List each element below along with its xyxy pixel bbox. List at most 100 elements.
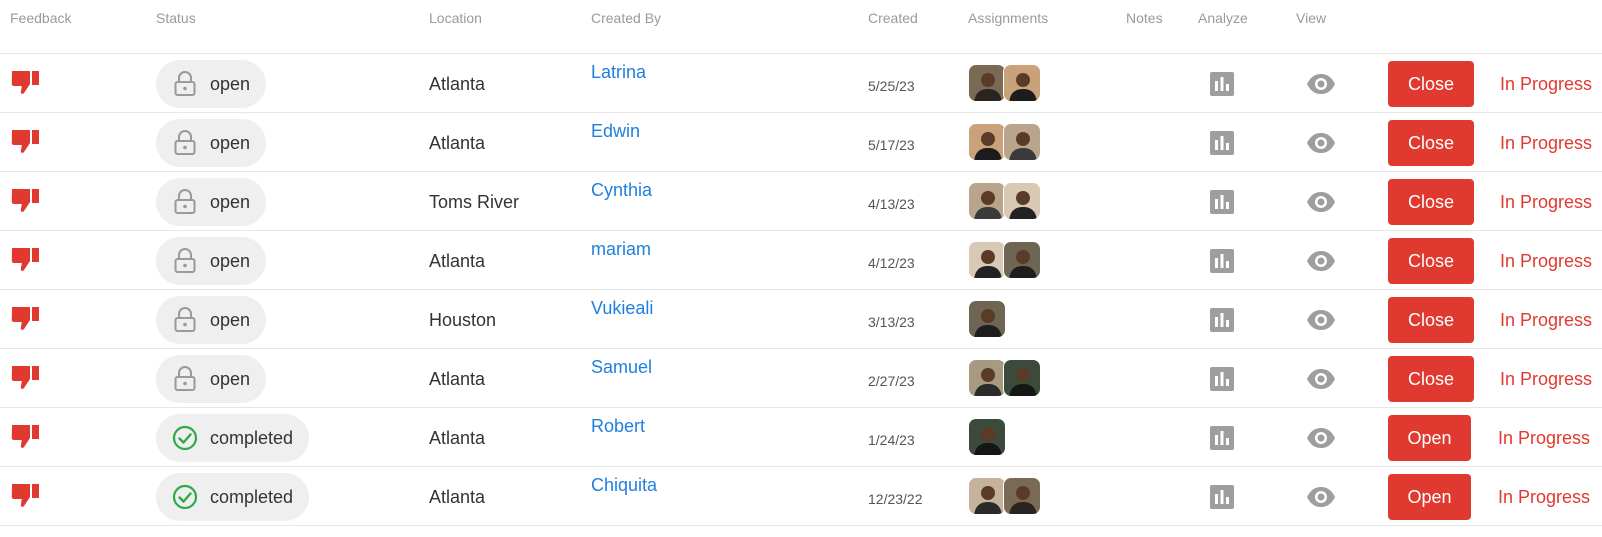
- status-badge: open: [156, 296, 267, 344]
- view-eye-icon[interactable]: [1306, 426, 1336, 450]
- thumbs-down-icon[interactable]: [10, 246, 40, 272]
- avatar[interactable]: [968, 123, 1006, 161]
- status-label: open: [210, 191, 251, 212]
- avatar[interactable]: [968, 64, 1006, 102]
- header-location: Location: [429, 10, 482, 26]
- view-eye-icon[interactable]: [1306, 485, 1336, 509]
- thumbs-down-icon[interactable]: [10, 482, 40, 508]
- close-button[interactable]: Close: [1388, 297, 1474, 343]
- lock-icon: [172, 130, 198, 156]
- avatar[interactable]: [1003, 359, 1041, 397]
- created-by-link[interactable]: Robert: [591, 416, 645, 437]
- assignments-avatars[interactable]: [968, 123, 1041, 161]
- open-button[interactable]: Open: [1388, 415, 1471, 461]
- avatar[interactable]: [968, 418, 1006, 456]
- analyze-chart-icon[interactable]: [1210, 426, 1234, 450]
- lock-icon: [172, 189, 198, 215]
- created-by-link[interactable]: Latrina: [591, 62, 646, 83]
- progress-status: In Progress: [1500, 369, 1593, 389]
- avatar[interactable]: [1003, 123, 1041, 161]
- header-view: View: [1296, 10, 1327, 26]
- created-date: 5/17/23: [868, 137, 915, 153]
- created-by-link[interactable]: mariam: [591, 239, 651, 260]
- header-created: Created: [868, 10, 918, 26]
- status-label: completed: [210, 427, 294, 448]
- created-date: 3/13/23: [868, 314, 915, 330]
- created-date: 1/24/23: [868, 432, 915, 448]
- view-eye-icon[interactable]: [1306, 308, 1336, 332]
- created-by-link[interactable]: Samuel: [591, 357, 652, 378]
- assignments-avatars[interactable]: [968, 241, 1041, 279]
- avatar[interactable]: [1003, 64, 1041, 102]
- thumbs-down-icon[interactable]: [10, 69, 40, 95]
- created-date: 2/27/23: [868, 373, 915, 389]
- view-eye-icon[interactable]: [1306, 131, 1336, 155]
- created-by-link[interactable]: Vukieali: [591, 298, 653, 319]
- status-label: completed: [210, 486, 294, 507]
- avatar[interactable]: [1003, 241, 1041, 279]
- created-by-link[interactable]: Edwin: [591, 121, 640, 142]
- analyze-chart-icon[interactable]: [1210, 367, 1234, 391]
- table-header: Feedback Status Location Created By Crea…: [0, 0, 1602, 54]
- created-date: 12/23/22: [868, 491, 923, 507]
- close-button[interactable]: Close: [1388, 238, 1474, 284]
- analyze-chart-icon[interactable]: [1210, 485, 1234, 509]
- status-label: open: [210, 368, 251, 389]
- thumbs-down-icon[interactable]: [10, 128, 40, 154]
- table-row: open Atlanta Edwin 5/17/23 Close In Prog…: [0, 113, 1602, 172]
- table-row: completed Atlanta Robert 1/24/23 Open In…: [0, 408, 1602, 467]
- progress-status: In Progress: [1500, 310, 1593, 330]
- avatar[interactable]: [968, 477, 1006, 515]
- created-by-link[interactable]: Cynthia: [591, 180, 652, 201]
- lock-icon: [172, 71, 198, 97]
- header-feedback: Feedback: [10, 10, 72, 26]
- avatar[interactable]: [968, 241, 1006, 279]
- close-button[interactable]: Close: [1388, 356, 1474, 402]
- lock-icon: [172, 307, 198, 333]
- view-eye-icon[interactable]: [1306, 190, 1336, 214]
- status-badge: completed: [156, 414, 310, 462]
- avatar[interactable]: [1003, 477, 1041, 515]
- thumbs-down-icon[interactable]: [10, 305, 40, 331]
- analyze-chart-icon[interactable]: [1210, 190, 1234, 214]
- location-cell: Atlanta: [429, 428, 486, 448]
- table-row: completed Atlanta Chiquita 12/23/22 Open…: [0, 467, 1602, 526]
- progress-status: In Progress: [1498, 428, 1591, 448]
- view-eye-icon[interactable]: [1306, 249, 1336, 273]
- assignments-avatars[interactable]: [968, 64, 1041, 102]
- close-button[interactable]: Close: [1388, 120, 1474, 166]
- assignments-avatars[interactable]: [968, 418, 1006, 456]
- avatar[interactable]: [968, 359, 1006, 397]
- close-button[interactable]: Close: [1388, 61, 1474, 107]
- header-created-by: Created By: [591, 10, 662, 26]
- location-cell: Atlanta: [429, 369, 486, 389]
- avatar[interactable]: [968, 182, 1006, 220]
- analyze-chart-icon[interactable]: [1210, 308, 1234, 332]
- assignments-avatars[interactable]: [968, 477, 1041, 515]
- avatar[interactable]: [1003, 182, 1041, 220]
- analyze-chart-icon[interactable]: [1210, 72, 1234, 96]
- status-label: open: [210, 309, 251, 330]
- location-cell: Houston: [429, 310, 497, 330]
- thumbs-down-icon[interactable]: [10, 187, 40, 213]
- open-button[interactable]: Open: [1388, 474, 1471, 520]
- assignments-avatars[interactable]: [968, 359, 1041, 397]
- analyze-chart-icon[interactable]: [1210, 131, 1234, 155]
- created-by-link[interactable]: Chiquita: [591, 475, 657, 496]
- close-button[interactable]: Close: [1388, 179, 1474, 225]
- view-eye-icon[interactable]: [1306, 367, 1336, 391]
- view-eye-icon[interactable]: [1306, 72, 1336, 96]
- header-assignments: Assignments: [968, 10, 1049, 26]
- status-badge: open: [156, 237, 267, 285]
- check-circle-icon: [172, 484, 198, 510]
- header-notes: Notes: [1126, 10, 1163, 26]
- avatar[interactable]: [968, 300, 1006, 338]
- thumbs-down-icon[interactable]: [10, 364, 40, 390]
- assignments-avatars[interactable]: [968, 300, 1006, 338]
- assignments-avatars[interactable]: [968, 182, 1041, 220]
- analyze-chart-icon[interactable]: [1210, 249, 1234, 273]
- progress-status: In Progress: [1498, 487, 1591, 507]
- location-cell: Atlanta: [429, 133, 486, 153]
- thumbs-down-icon[interactable]: [10, 423, 40, 449]
- progress-status: In Progress: [1500, 192, 1593, 212]
